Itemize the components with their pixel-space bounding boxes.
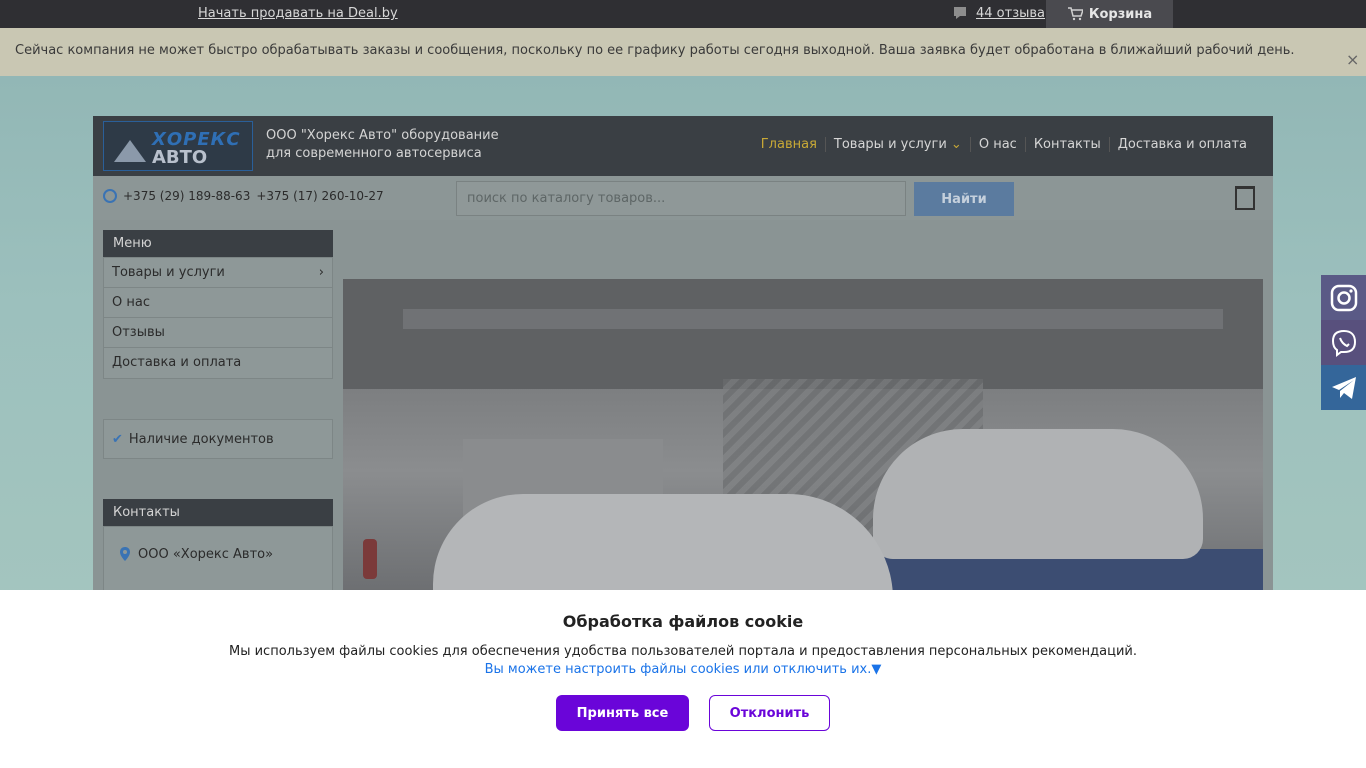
cart-label: Корзина xyxy=(1088,6,1153,22)
cart-icon xyxy=(1067,7,1083,21)
reviews-count[interactable]: 44 отзыва xyxy=(976,6,1045,21)
sidebar-item-label: Отзывы xyxy=(112,325,165,340)
phone-1[interactable]: +375 (29) 189-88-63 xyxy=(123,189,250,203)
hero-ceiling xyxy=(343,279,1263,389)
search-button[interactable]: Найти xyxy=(914,182,1014,216)
company-name[interactable]: ООО «Хорекс Авто» xyxy=(138,547,273,595)
logo-text-bottom: АВТО xyxy=(152,147,208,168)
telegram-icon xyxy=(1331,376,1356,399)
nav-home[interactable]: Главная xyxy=(753,137,825,152)
nav-contacts[interactable]: Контакты xyxy=(1024,137,1109,152)
search-input[interactable]: поиск по каталогу товаров... xyxy=(456,181,906,216)
chevron-down-icon: ⌄ xyxy=(950,137,962,152)
speech-bubble-icon xyxy=(954,7,966,19)
hero-image-garage xyxy=(343,279,1263,599)
car-foreground xyxy=(433,494,893,599)
company-tagline: ООО "Хорекс Авто" оборудование для совре… xyxy=(266,128,499,161)
menu-list: Товары и услуги › О нас Отзывы Доставка … xyxy=(103,257,333,379)
site-header: ХОРЕКС АВТО ООО "Хорекс Авто" оборудован… xyxy=(93,116,1273,176)
reject-button[interactable]: Отклонить xyxy=(709,695,830,731)
nav-products-label: Товары и услуги xyxy=(833,137,947,152)
cookie-settings-link[interactable]: Вы можете настроить файлы cookies или от… xyxy=(0,662,1366,677)
contacts-title: Контакты xyxy=(103,499,333,526)
checkmark-icon: ✔ xyxy=(112,431,123,447)
cookie-title: Обработка файлов cookie xyxy=(562,612,804,631)
viber-icon xyxy=(1331,329,1356,357)
accept-all-button[interactable]: Принять все xyxy=(556,695,689,731)
main-nav: Главная Товары и услуги ⌄ О нас Контакты… xyxy=(753,137,1255,152)
sidebar: Меню Товары и услуги › О нас Отзывы Дост… xyxy=(103,230,333,596)
cart-button[interactable]: Корзина xyxy=(1046,0,1173,28)
nav-about[interactable]: О нас xyxy=(969,137,1025,152)
menu-title: Меню xyxy=(103,230,333,257)
phones: +375 (29) 189-88-63 +375 (17) 260-10-27 xyxy=(103,189,384,203)
car-on-lift xyxy=(873,429,1203,559)
phone-2[interactable]: +375 (17) 260-10-27 xyxy=(256,189,383,203)
nav-delivery[interactable]: Доставка и оплата xyxy=(1108,137,1255,152)
shopping-bag-icon[interactable] xyxy=(1235,186,1255,210)
closed-notice-banner: Сейчас компания не может быстро обрабаты… xyxy=(0,28,1366,76)
nav-products[interactable]: Товары и услуги ⌄ xyxy=(824,137,970,152)
chevron-right-icon: › xyxy=(318,265,324,280)
notice-text: Сейчас компания не может быстро обрабаты… xyxy=(15,43,1295,58)
start-selling-link[interactable]: Начать продавать на Deal.by xyxy=(198,6,398,21)
sidebar-item-label: Доставка и оплата xyxy=(112,355,242,370)
company-logo[interactable]: ХОРЕКС АВТО xyxy=(103,121,253,171)
top-bar: Начать продавать на Deal.by 44 отзыва Ко… xyxy=(0,0,1366,28)
sidebar-item-label: Товары и услуги xyxy=(112,265,225,280)
sidebar-item-about[interactable]: О нас xyxy=(104,288,332,318)
fire-extinguisher xyxy=(363,539,377,579)
hero-beam xyxy=(403,309,1223,329)
sidebar-item-delivery[interactable]: Доставка и оплата xyxy=(104,348,332,378)
reviews-link[interactable]: 44 отзыва xyxy=(952,5,1045,21)
sidebar-item-products[interactable]: Товары и услуги › xyxy=(104,258,332,288)
logo-triangle-icon xyxy=(114,140,146,162)
documents-label: Наличие документов xyxy=(128,431,274,447)
phone-icon xyxy=(103,189,117,203)
contacts-box: ООО «Хорекс Авто» xyxy=(103,526,333,596)
instagram-button[interactable] xyxy=(1321,275,1366,320)
documents-available[interactable]: ✔ Наличие документов xyxy=(103,419,333,459)
cookie-text: Мы используем файлы cookies для обеспече… xyxy=(228,644,1137,659)
location-pin-icon xyxy=(120,547,130,561)
sidebar-item-label: О нас xyxy=(112,295,150,310)
search-bar: +375 (29) 189-88-63 +375 (17) 260-10-27 … xyxy=(93,176,1273,220)
sidebar-item-reviews[interactable]: Отзывы xyxy=(104,318,332,348)
instagram-icon xyxy=(1330,284,1357,311)
close-icon[interactable]: × xyxy=(1346,52,1359,68)
cookie-banner: Обработка файлов cookie Мы используем фа… xyxy=(0,590,1366,768)
telegram-button[interactable] xyxy=(1321,365,1366,410)
viber-button[interactable] xyxy=(1321,320,1366,365)
